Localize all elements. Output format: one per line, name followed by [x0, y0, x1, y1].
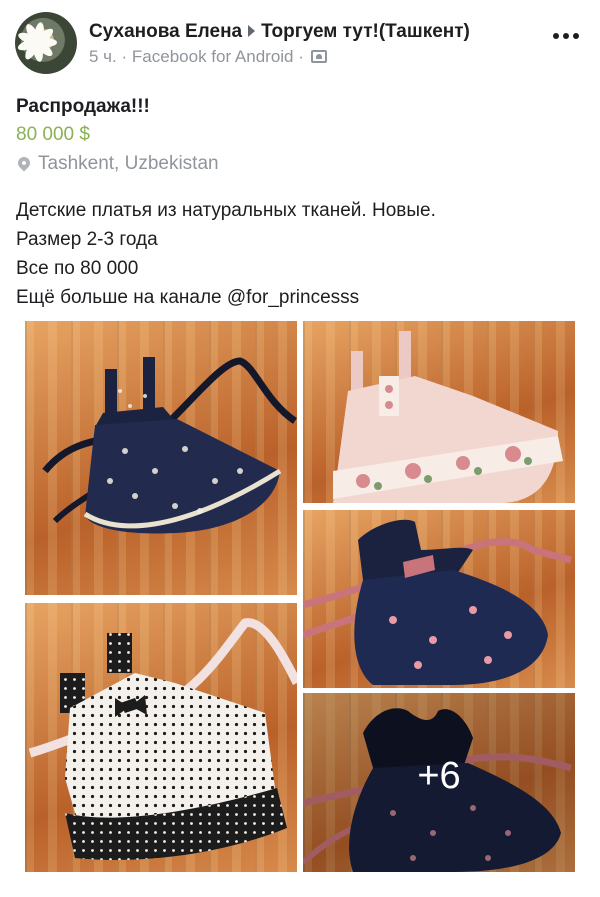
- dress-pink-image: [333, 331, 563, 503]
- dress-flamingo-image: [303, 519, 572, 685]
- listing-price: 80 000 $: [16, 124, 90, 145]
- photo-dress-pink-floral[interactable]: [303, 321, 575, 503]
- more-options-icon[interactable]: [553, 30, 579, 42]
- dress-polka-image: [28, 618, 297, 860]
- photo-dress-navy-floral[interactable]: [25, 321, 297, 595]
- author-avatar[interactable]: [15, 12, 77, 74]
- description-line: Ещё больше на канале @for_princesss: [16, 287, 360, 308]
- group-name[interactable]: Торгуем тут!(Ташкент): [261, 21, 470, 42]
- map-pin-icon: [15, 154, 33, 172]
- photo-more-overlay[interactable]: +6: [303, 693, 575, 872]
- description-line: Все по 80 000: [16, 258, 139, 279]
- listing-location[interactable]: Tashkent, Uzbekistan: [15, 153, 219, 175]
- meta-separator-2: ·: [298, 47, 304, 66]
- dress-navy-floral-image: [42, 357, 297, 534]
- post-time[interactable]: 5 ч.: [89, 47, 117, 66]
- photo-dress-flamingo[interactable]: [303, 510, 575, 688]
- post-description: Детские платья из натуральных тканей. Но…: [16, 196, 586, 312]
- description-line: Размер 2-3 года: [16, 229, 158, 250]
- post-title-line: Суханова Елена Торгуем тут!(Ташкент): [89, 21, 470, 43]
- listing-title: Распродажа!!!: [16, 96, 150, 117]
- photo-dress-polka-dot[interactable]: [25, 603, 297, 872]
- post-source: Facebook for Android: [131, 47, 294, 66]
- triangle-right-icon: [248, 25, 256, 38]
- author-name[interactable]: Суханова Елена: [89, 21, 242, 42]
- location-text: Tashkent, Uzbekistan: [38, 153, 219, 174]
- post-meta: 5 ч. · Facebook for Android ·: [89, 47, 327, 67]
- meta-separator: ·: [121, 47, 128, 66]
- description-line: Детские платья из натуральных тканей. Но…: [16, 200, 436, 221]
- post-header: Суханова Елена Торгуем тут!(Ташкент) 5 ч.…: [0, 0, 600, 82]
- more-photos-count[interactable]: +6: [303, 755, 575, 798]
- group-audience-icon: [310, 50, 327, 63]
